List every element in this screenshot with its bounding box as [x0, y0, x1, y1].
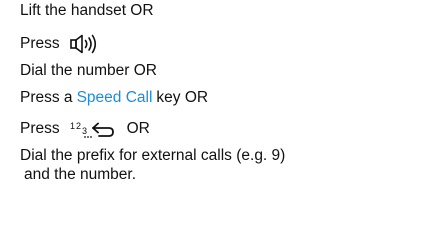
instruction-dial-number: Dial the number OR: [20, 62, 157, 80]
instruction-press-speaker: Press: [20, 33, 100, 55]
instruction-text: Press: [20, 120, 60, 137]
instruction-speed-call: Press a Speed Call key OR: [20, 89, 208, 107]
instruction-text: Lift the handset OR: [20, 2, 154, 19]
svg-text:1: 1: [70, 121, 75, 131]
svg-text:2: 2: [76, 121, 81, 131]
instruction-text: Press a: [20, 89, 73, 106]
instruction-dial-prefix: Dial the prefix for external calls (e.g.…: [20, 147, 285, 165]
speed-call-key-label: Speed Call: [76, 89, 153, 106]
instruction-text: and the number.: [24, 166, 137, 183]
instruction-dial-prefix-continued: and the number.: [24, 166, 136, 184]
instruction-press-redial: Press 1 2 3 OR: [20, 119, 150, 139]
svg-text:3: 3: [82, 126, 87, 136]
instruction-text: Press: [20, 35, 60, 52]
redial-icon: 1 2 3: [69, 119, 115, 139]
instruction-text: key OR: [156, 89, 209, 106]
instruction-text: Dial the number OR: [20, 62, 157, 79]
instruction-text: Dial the prefix for external calls (e.g.…: [20, 147, 286, 164]
instruction-text: OR: [126, 120, 150, 137]
instructions-block: Lift the handset OR Press Dial the numbe…: [0, 0, 423, 242]
speaker-icon: [69, 33, 100, 55]
instruction-lift-handset: Lift the handset OR: [20, 2, 154, 20]
